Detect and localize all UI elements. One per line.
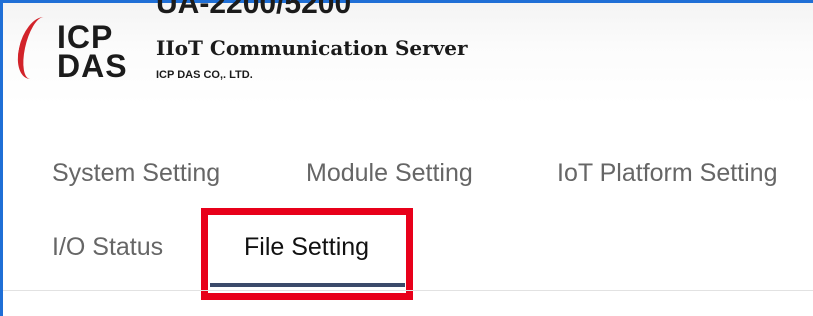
company-name: ICP DAS CO,. LTD. (156, 69, 253, 81)
nav-divider (3, 290, 813, 291)
nav-module-setting[interactable]: Module Setting (306, 159, 473, 187)
annotation-highlight-box (201, 208, 413, 300)
logo-text-line2: DAS (57, 48, 128, 84)
nav-iot-platform-setting[interactable]: IoT Platform Setting (557, 159, 777, 187)
logo-swoosh-icon (12, 17, 56, 79)
product-subtitle: IIoT Communication Server (156, 36, 468, 60)
app-header: ICP DAS UA-2200/5200 IIoT Communication … (3, 0, 813, 105)
nav-io-status[interactable]: I/O Status (52, 233, 163, 261)
product-model: UA-2200/5200 (156, 0, 352, 20)
nav-system-setting[interactable]: System Setting (52, 159, 220, 187)
